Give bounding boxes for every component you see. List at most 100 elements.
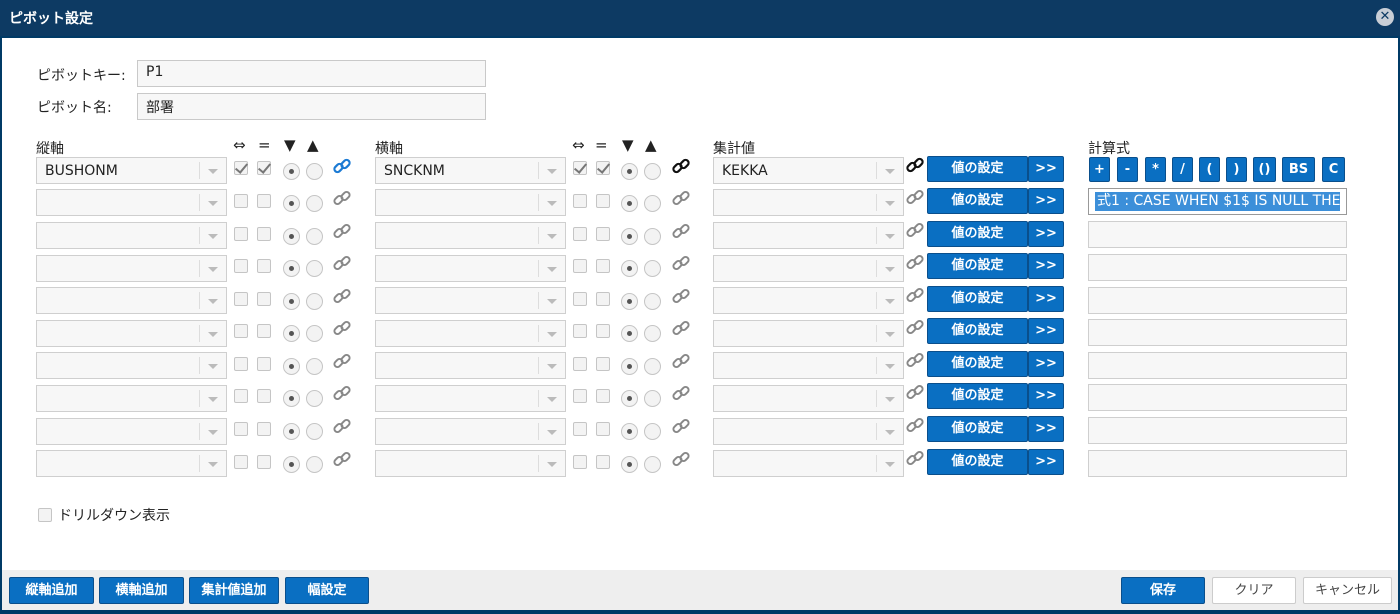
set-value-button[interactable]: 値の設定 — [927, 188, 1028, 214]
more-button[interactable]: >> — [1028, 253, 1064, 279]
formula-input[interactable] — [1088, 450, 1347, 477]
add-horizontal-axis-button[interactable]: 横軸追加 — [99, 577, 184, 604]
vertical-swap-checkbox[interactable] — [234, 292, 248, 306]
cancel-button[interactable]: キャンセル — [1303, 577, 1392, 604]
horizontal-asc-radio[interactable] — [644, 325, 661, 342]
horizontal-axis-select[interactable] — [375, 450, 566, 477]
horizontal-equal-checkbox[interactable] — [596, 292, 610, 306]
calc-plus-button[interactable]: + — [1089, 157, 1110, 182]
set-value-button[interactable]: 値の設定 — [927, 383, 1028, 409]
horizontal-desc-radio[interactable] — [621, 358, 638, 375]
link-icon[interactable] — [671, 253, 691, 273]
drilldown-checkbox[interactable] — [38, 508, 52, 522]
calc-backspace-button[interactable]: BS — [1282, 157, 1315, 182]
formula-input[interactable] — [1088, 384, 1347, 411]
link-icon[interactable] — [671, 156, 691, 176]
horizontal-axis-select[interactable] — [375, 352, 566, 379]
horizontal-axis-select[interactable] — [375, 255, 566, 282]
horizontal-swap-checkbox[interactable] — [573, 422, 587, 436]
pivot-name-input[interactable]: 部署 — [137, 93, 486, 120]
link-icon[interactable] — [332, 188, 352, 208]
vertical-desc-radio[interactable] — [283, 293, 300, 310]
horizontal-asc-radio[interactable] — [644, 423, 661, 440]
horizontal-swap-checkbox[interactable] — [573, 259, 587, 273]
vertical-asc-radio[interactable] — [306, 390, 323, 407]
horizontal-asc-radio[interactable] — [644, 456, 661, 473]
link-icon[interactable] — [332, 286, 352, 306]
set-value-button[interactable]: 値の設定 — [927, 156, 1028, 182]
formula-input[interactable] — [1088, 287, 1347, 314]
link-icon[interactable] — [671, 383, 691, 403]
link-icon[interactable] — [671, 416, 691, 436]
aggregate-select[interactable] — [713, 189, 904, 216]
horizontal-axis-select[interactable] — [375, 385, 566, 412]
link-icon[interactable] — [332, 221, 352, 241]
formula-input[interactable] — [1088, 254, 1347, 281]
link-icon[interactable] — [671, 286, 691, 306]
vertical-asc-radio[interactable] — [306, 228, 323, 245]
vertical-axis-select[interactable] — [36, 222, 227, 249]
aggregate-select[interactable] — [713, 450, 904, 477]
formula-input[interactable] — [1088, 319, 1347, 346]
vertical-axis-select[interactable] — [36, 418, 227, 445]
vertical-swap-checkbox[interactable] — [234, 194, 248, 208]
vertical-swap-checkbox[interactable] — [234, 389, 248, 403]
vertical-desc-radio[interactable] — [283, 423, 300, 440]
horizontal-desc-radio[interactable] — [621, 228, 638, 245]
pivot-key-input[interactable]: P1 — [137, 60, 486, 87]
link-icon[interactable] — [332, 351, 352, 371]
vertical-swap-checkbox[interactable] — [234, 161, 248, 175]
link-icon[interactable] — [905, 252, 925, 272]
horizontal-equal-checkbox[interactable] — [596, 455, 610, 469]
vertical-equal-checkbox[interactable] — [257, 194, 271, 208]
horizontal-asc-radio[interactable] — [644, 228, 661, 245]
horizontal-desc-radio[interactable] — [621, 423, 638, 440]
vertical-swap-checkbox[interactable] — [234, 422, 248, 436]
vertical-equal-checkbox[interactable] — [257, 161, 271, 175]
horizontal-swap-checkbox[interactable] — [573, 227, 587, 241]
horizontal-axis-select[interactable] — [375, 287, 566, 314]
vertical-equal-checkbox[interactable] — [257, 324, 271, 338]
horizontal-asc-radio[interactable] — [644, 293, 661, 310]
more-button[interactable]: >> — [1028, 416, 1064, 442]
horizontal-equal-checkbox[interactable] — [596, 259, 610, 273]
clear-button[interactable]: クリア — [1212, 577, 1296, 604]
calc-divide-button[interactable]: / — [1172, 157, 1193, 182]
more-button[interactable]: >> — [1028, 286, 1064, 312]
set-value-button[interactable]: 値の設定 — [927, 351, 1028, 377]
more-button[interactable]: >> — [1028, 449, 1064, 475]
vertical-axis-select[interactable]: BUSHONM — [36, 157, 227, 184]
aggregate-select[interactable]: KEKKA — [713, 157, 904, 184]
horizontal-asc-radio[interactable] — [644, 163, 661, 180]
vertical-axis-select[interactable] — [36, 189, 227, 216]
vertical-asc-radio[interactable] — [306, 423, 323, 440]
horizontal-equal-checkbox[interactable] — [596, 357, 610, 371]
horizontal-asc-radio[interactable] — [644, 260, 661, 277]
formula-input[interactable] — [1088, 221, 1347, 248]
vertical-asc-radio[interactable] — [306, 260, 323, 277]
link-icon[interactable] — [905, 285, 925, 305]
horizontal-desc-radio[interactable] — [621, 260, 638, 277]
horizontal-axis-select[interactable] — [375, 189, 566, 216]
link-icon[interactable] — [905, 415, 925, 435]
vertical-asc-radio[interactable] — [306, 325, 323, 342]
link-icon[interactable] — [671, 318, 691, 338]
vertical-desc-radio[interactable] — [283, 456, 300, 473]
vertical-axis-select[interactable] — [36, 352, 227, 379]
set-value-button[interactable]: 値の設定 — [927, 318, 1028, 344]
vertical-equal-checkbox[interactable] — [257, 389, 271, 403]
vertical-asc-radio[interactable] — [306, 195, 323, 212]
formula-input[interactable] — [1088, 352, 1347, 379]
horizontal-axis-select[interactable] — [375, 222, 566, 249]
link-icon[interactable] — [332, 416, 352, 436]
calc-clear-button[interactable]: C — [1322, 157, 1345, 182]
vertical-swap-checkbox[interactable] — [234, 455, 248, 469]
more-button[interactable]: >> — [1028, 188, 1064, 214]
link-icon[interactable] — [671, 188, 691, 208]
vertical-equal-checkbox[interactable] — [257, 292, 271, 306]
formula-input[interactable]: 式1 : CASE WHEN $1$ IS NULL THE — [1088, 188, 1347, 215]
link-icon[interactable] — [905, 382, 925, 402]
horizontal-swap-checkbox[interactable] — [573, 292, 587, 306]
vertical-asc-radio[interactable] — [306, 358, 323, 375]
horizontal-equal-checkbox[interactable] — [596, 324, 610, 338]
